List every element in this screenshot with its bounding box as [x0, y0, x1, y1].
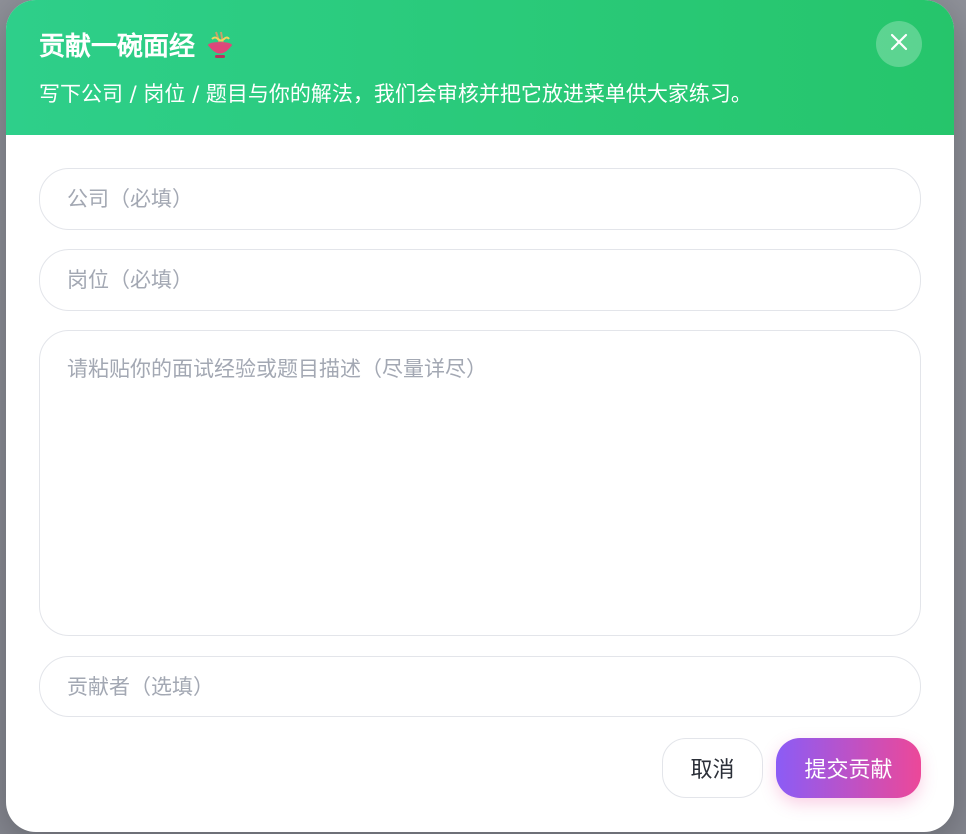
noodle-bowl-icon [205, 30, 235, 60]
dialog-header: 贡献一碗面经 写下公司 / 岗位 / 题目与你的解法，我们会审核并把它放进菜单供… [6, 0, 954, 135]
submit-button[interactable]: 提交贡献 [776, 738, 921, 798]
close-button[interactable] [876, 21, 922, 67]
company-input[interactable] [39, 168, 921, 230]
cancel-button[interactable]: 取消 [662, 738, 763, 798]
position-input[interactable] [39, 249, 921, 311]
close-icon [890, 33, 908, 55]
description-textarea[interactable] [39, 330, 921, 636]
contributor-input[interactable] [39, 656, 921, 717]
dialog-subtitle: 写下公司 / 岗位 / 题目与你的解法，我们会审核并把它放进菜单供大家练习。 [39, 82, 752, 106]
dialog-title-text: 贡献一碗面经 [39, 32, 196, 62]
dialog-title: 贡献一碗面经 [39, 26, 235, 63]
contribute-dialog: 贡献一碗面经 写下公司 / 岗位 / 题目与你的解法，我们会审核并把它放进菜单供… [6, 0, 954, 832]
